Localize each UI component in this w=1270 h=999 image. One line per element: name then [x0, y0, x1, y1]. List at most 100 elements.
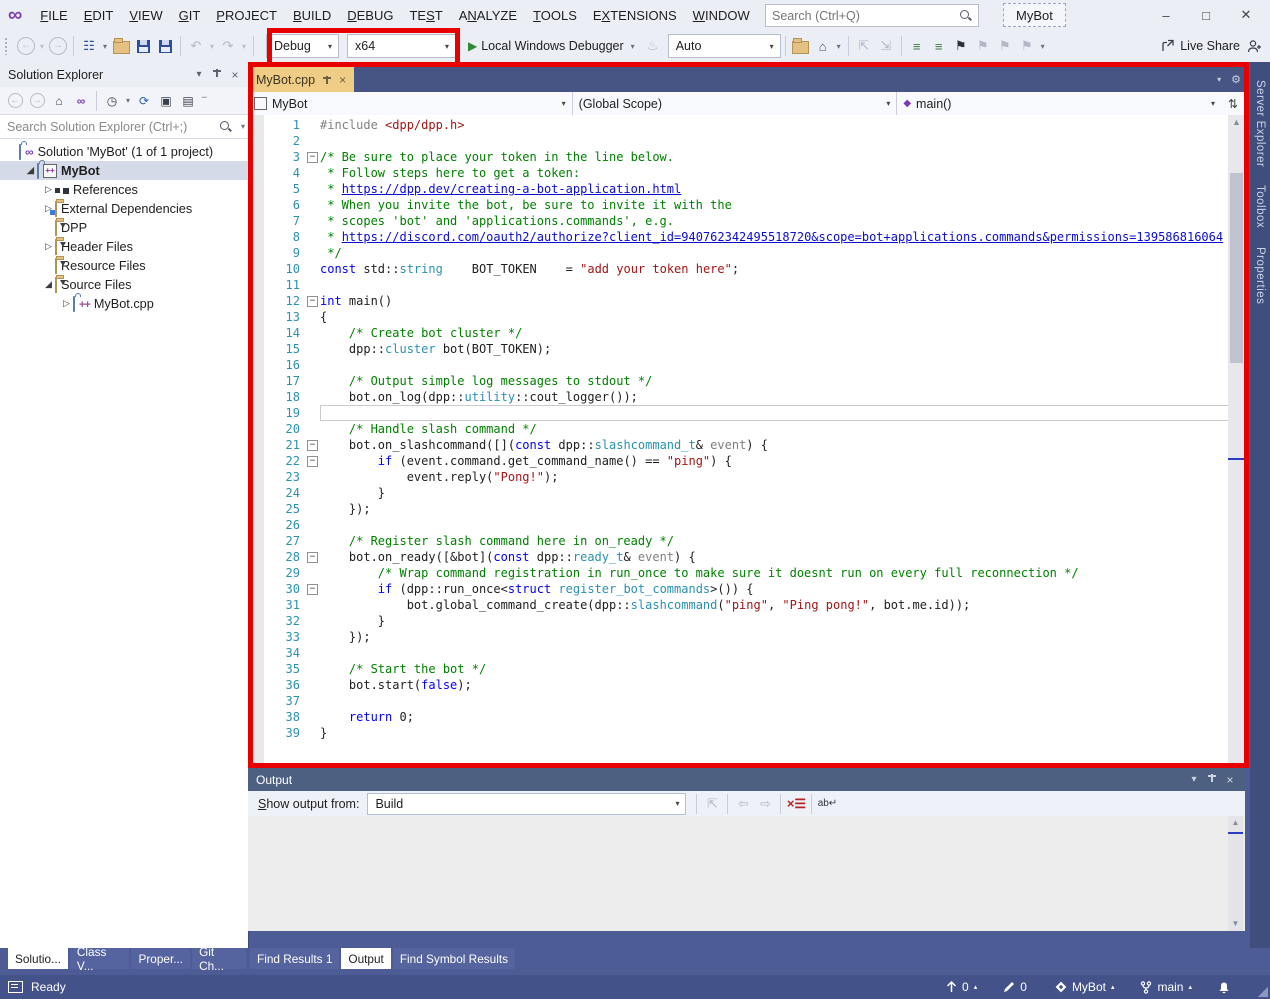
- editor-vertical-scrollbar[interactable]: ▲ ▼: [1228, 115, 1245, 812]
- new-project-dropdown[interactable]: ▾: [100, 42, 110, 51]
- navigate-back-dropdown[interactable]: ▾: [37, 42, 47, 51]
- scrollbar-thumb[interactable]: [1230, 173, 1243, 363]
- refresh-icon[interactable]: ⟳: [134, 90, 154, 112]
- expand-arrow-icon[interactable]: ▷: [60, 298, 73, 309]
- line-indent-icon[interactable]: ≡: [907, 35, 927, 57]
- toolbar-grip[interactable]: [4, 37, 9, 55]
- code-line-21[interactable]: 21− bot.on_slashcommand([](const dpp::sl…: [264, 437, 1245, 453]
- collapse-arrow-icon[interactable]: ◢: [24, 165, 37, 176]
- pin-icon[interactable]: [208, 69, 226, 80]
- code-line-28[interactable]: 28− bot.on_ready([&bot](const dpp::ready…: [264, 549, 1245, 565]
- code-line-20[interactable]: 20 /* Handle slash command */: [264, 421, 1245, 437]
- tool-tab-proper-[interactable]: Proper...: [131, 948, 190, 969]
- show-all-files-icon[interactable]: ▤: [178, 90, 198, 112]
- collapse-arrow-icon[interactable]: ◢: [42, 279, 55, 290]
- side-tab-server-explorer[interactable]: Server Explorer: [1254, 80, 1266, 167]
- navigate-forward-button[interactable]: →: [48, 35, 68, 57]
- tree-item-external-dependencies[interactable]: ▷External Dependencies: [0, 199, 248, 218]
- code-line-26[interactable]: 26: [264, 517, 1245, 533]
- code-line-7[interactable]: 7 * scopes 'bot' and 'applications.comma…: [264, 213, 1245, 229]
- output-options-dropdown[interactable]: ▾: [1185, 774, 1203, 785]
- redo-button[interactable]: ↷: [218, 35, 238, 57]
- code-line-6[interactable]: 6 * When you invite the bot, be sure to …: [264, 197, 1245, 213]
- tool-tab-git-ch-[interactable]: Git Ch...: [192, 948, 246, 969]
- code-line-18[interactable]: 18 bot.on_log(dpp::utility::cout_logger(…: [264, 389, 1245, 405]
- code-line-36[interactable]: 36 bot.start(false);: [264, 677, 1245, 693]
- expand-arrow-icon[interactable]: ▷: [42, 241, 55, 252]
- find-in-files-icon[interactable]: [791, 35, 811, 57]
- next-bookmark-icon[interactable]: ⚑: [995, 35, 1015, 57]
- scroll-up-arrow[interactable]: ▲: [1228, 115, 1245, 130]
- menu-test[interactable]: TEST: [401, 3, 450, 28]
- code-line-30[interactable]: 30− if (dpp::run_once<struct register_bo…: [264, 581, 1245, 597]
- code-line-37[interactable]: 37: [264, 693, 1245, 709]
- tree-item-header-files[interactable]: ▷Header Files: [0, 237, 248, 256]
- code-line-10[interactable]: 10const std::string BOT_TOKEN = "add you…: [264, 261, 1245, 277]
- output-source-dropdown[interactable]: Build▾: [367, 793, 686, 815]
- undo-dropdown[interactable]: ▾: [207, 42, 217, 51]
- quick-search-box[interactable]: Search (Ctrl+Q): [765, 4, 979, 27]
- menu-window[interactable]: WINDOW: [685, 3, 758, 28]
- save-all-button[interactable]: [155, 35, 175, 57]
- switch-views-icon[interactable]: ∞: [71, 90, 91, 112]
- tool-tab-output[interactable]: Output: [341, 948, 390, 969]
- status-arrow-up-0[interactable]: 0▴: [946, 980, 977, 994]
- code-editor[interactable]: 1#include <dpp/dpp.h>23−/* Be sure to pl…: [248, 115, 1245, 812]
- tool-tab-find-symbol-results[interactable]: Find Symbol Results: [393, 948, 515, 969]
- menu-git[interactable]: GIT: [171, 3, 209, 28]
- open-file-button[interactable]: [111, 35, 131, 57]
- toolbar-overflow-dropdown[interactable]: ▾: [1038, 42, 1048, 51]
- document-tab-mybot-cpp[interactable]: MyBot.cpp ×: [248, 67, 354, 92]
- editor-settings-gear-icon[interactable]: ⚙: [1231, 73, 1241, 86]
- tree-item-references[interactable]: ▷References: [0, 180, 248, 199]
- redo-dropdown[interactable]: ▾: [239, 42, 249, 51]
- navigate-back-button[interactable]: ←: [16, 35, 36, 57]
- collapse-fold-icon[interactable]: −: [307, 456, 318, 467]
- clear-bookmarks-icon[interactable]: ⚑: [1017, 35, 1037, 57]
- side-tab-properties[interactable]: Properties: [1254, 247, 1266, 304]
- solution-name-badge[interactable]: MyBot: [1003, 3, 1066, 27]
- code-line-38[interactable]: 38 return 0;: [264, 709, 1245, 725]
- menu-edit[interactable]: EDIT: [76, 3, 122, 28]
- code-line-3[interactable]: 3−/* Be sure to place your token in the …: [264, 149, 1245, 165]
- status-repo-MyBot[interactable]: MyBot▴: [1055, 980, 1115, 994]
- indicator-margin[interactable]: [248, 115, 264, 812]
- menu-build[interactable]: BUILD: [285, 3, 339, 28]
- code-line-23[interactable]: 23 event.reply("Pong!");: [264, 469, 1245, 485]
- menu-debug[interactable]: DEBUG: [339, 3, 401, 28]
- tool-tab-class-v-[interactable]: Class V...: [70, 948, 130, 969]
- next-message-icon[interactable]: ⇨: [755, 793, 775, 815]
- nav-scope-dropdown[interactable]: (Global Scope) ▾: [573, 92, 898, 115]
- add-user-icon[interactable]: [1247, 39, 1262, 54]
- nav-member-dropdown[interactable]: ◆ main() ▾: [897, 92, 1221, 115]
- scroll-down-arrow[interactable]: ▼: [1228, 917, 1243, 931]
- solution-explorer-sync-icon[interactable]: ⌂: [813, 35, 833, 57]
- code-line-19[interactable]: 19: [264, 405, 1245, 421]
- live-share-button[interactable]: Live Share: [1161, 30, 1240, 62]
- tab-pin-icon[interactable]: [323, 76, 331, 84]
- tab-list-dropdown[interactable]: ▾: [1217, 75, 1221, 84]
- code-line-27[interactable]: 27 /* Register slash command here in on_…: [264, 533, 1245, 549]
- collapse-fold-icon[interactable]: −: [307, 440, 318, 451]
- tree-item-dpp[interactable]: DPP: [0, 218, 248, 237]
- close-pane-icon[interactable]: ×: [226, 68, 244, 82]
- expand-arrow-icon[interactable]: ▷: [42, 184, 55, 195]
- code-line-17[interactable]: 17 /* Output simple log messages to stdo…: [264, 373, 1245, 389]
- bookmark-icon[interactable]: ⚑: [951, 35, 971, 57]
- sync-dropdown[interactable]: ▾: [834, 42, 844, 51]
- side-tab-toolbox[interactable]: Toolbox: [1254, 185, 1266, 228]
- nav-project-dropdown[interactable]: MyBot ▾: [248, 92, 573, 115]
- hot-reload-icon[interactable]: ♨: [643, 35, 663, 57]
- code-line-11[interactable]: 11: [264, 277, 1245, 293]
- solution-platform-dropdown[interactable]: x64▾: [347, 34, 456, 58]
- code-line-12[interactable]: 12−int main(): [264, 293, 1245, 309]
- code-line-33[interactable]: 33 });: [264, 629, 1245, 645]
- undo-button[interactable]: ↶: [186, 35, 206, 57]
- code-line-5[interactable]: 5 * https://dpp.dev/creating-a-bot-appli…: [264, 181, 1245, 197]
- menu-analyze[interactable]: ANALYZE: [451, 3, 525, 28]
- output-pin-icon[interactable]: [1203, 774, 1221, 785]
- menu-extensions[interactable]: EXTENSIONS: [585, 3, 685, 28]
- code-line-34[interactable]: 34: [264, 645, 1245, 661]
- goto-message-icon[interactable]: ⇱: [702, 793, 722, 815]
- line-comment-icon[interactable]: ≡: [929, 35, 949, 57]
